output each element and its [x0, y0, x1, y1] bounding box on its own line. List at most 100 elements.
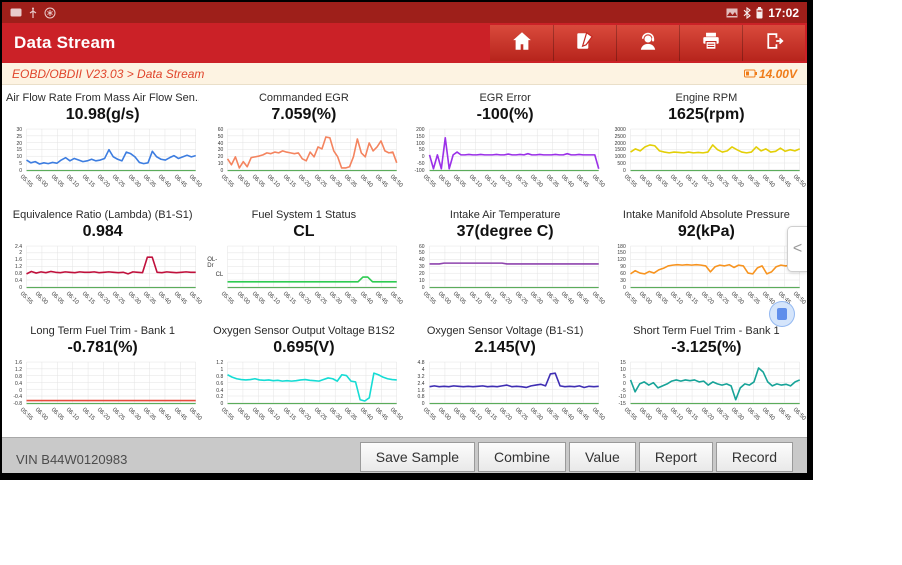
y-axis-labels: 30 25 20 15 10 5 0 [16, 127, 22, 174]
voltage-value: 14.00V [758, 66, 797, 81]
chart-value: 2.145(V) [474, 339, 536, 357]
chart-value: 0.695(V) [273, 339, 335, 357]
status-bar: 17:02 [2, 2, 807, 23]
chart-title: Oxygen Sensor Voltage (B1-S1) [426, 325, 584, 338]
print-button[interactable] [679, 25, 742, 61]
chart-value: CL [293, 222, 315, 240]
chart-value: -3.125(%) [671, 339, 742, 357]
screenshot-icon [726, 8, 738, 18]
battery-icon [756, 6, 763, 19]
chart-cell-commanded-egr[interactable]: Commanded EGR 7.059(%) 60 50 40 30 20 10 0 05:55 0… [203, 87, 404, 204]
chart-plot [23, 128, 199, 174]
clock-time: 17:02 [768, 5, 799, 20]
chart-title: Long Term Fuel Trim - Bank 1 [30, 325, 175, 338]
chart-cell-equivalence-ratio[interactable]: Equivalence Ratio (Lambda) (B1-S1) 0.984 2… [2, 204, 203, 321]
battery-voltage: 14.00V [743, 66, 797, 81]
chart-cell-long-term-fuel-trim[interactable]: Long Term Fuel Trim - Bank 1 -0.781(%) 1.6… [2, 320, 203, 437]
chart-value: -100(%) [476, 106, 534, 123]
chart-cell-engine-rpm[interactable]: Engine RPM 1625(rpm) 3000 2500 2000 1500 1000 5… [606, 87, 807, 204]
x-axis-labels: 05:55 06:00 06:05 06:10 06:15 06:20 06:25 06:30… [622, 174, 807, 189]
diagnostic-app: 17:02 Data Stream EOBD/OBDII V23.03 > Da… [2, 2, 807, 473]
chart-plot [426, 245, 602, 291]
bottom-bar: VIN B44W0120983 Save Sample Combine Value R… [2, 437, 807, 473]
value-button[interactable]: Value [569, 441, 636, 472]
chart-value: 92(kPa) [677, 222, 735, 240]
chart-cell-intake-air-temperature[interactable]: Intake Air Temperature 37(degree C) 60 50 40… [405, 204, 606, 321]
chart-plot [23, 361, 199, 407]
record-button[interactable]: Record [715, 441, 793, 472]
x-axis-labels: 05:55 06:00 06:05 06:10 06:15 06:20 06:25 06:30… [18, 174, 203, 189]
x-axis-labels: 05:55 06:00 06:05 06:10 06:15 06:20 06:25 06:30… [421, 290, 606, 306]
chart-title: Fuel System 1 Status [251, 208, 357, 221]
chart-cell-o2-sensor-voltage[interactable]: Oxygen Sensor Voltage (B1-S1) 2.145(V) 4.8… [405, 320, 606, 437]
usb-icon [28, 7, 38, 19]
chart-title: Intake Manifold Absolute Pressure [622, 208, 790, 221]
chart-plot [627, 245, 803, 291]
x-axis-labels: 05:55 06:00 06:05 06:10 06:15 06:20 06:25 06:30… [220, 290, 404, 306]
device-frame: 17:02 Data Stream EOBD/OBDII V23.03 > Da… [0, 0, 813, 480]
floating-assist-bubble[interactable] [769, 301, 795, 327]
y-axis-labels: 180 150 120 90 60 30 0 [617, 243, 626, 291]
combine-button[interactable]: Combine [478, 441, 567, 472]
y-axis-labels: 4.8 4 3.2 2.4 1.6 0.8 0 [417, 360, 425, 408]
y-axis-labels: 200 150 100 50 0 -50 -100 [414, 127, 425, 174]
chart-plot [426, 361, 602, 407]
chart-plot [224, 361, 400, 407]
chart-cell-fuel-system-status[interactable]: Fuel System 1 Status CL OL-Dr CL 05:55 06:00 0… [203, 204, 404, 321]
chart-cell-short-term-fuel-trim[interactable]: Short Term Fuel Trim - Bank 1 -3.125(%) 15… [606, 320, 807, 437]
y-axis-labels: 15 10 5 0 -5 -10 -15 [618, 360, 626, 408]
x-axis-labels: 05:55 06:00 06:05 06:10 06:15 06:20 06:25 06:30… [220, 174, 404, 189]
chart-plot [23, 245, 199, 291]
home-icon [511, 31, 533, 56]
x-axis-labels: 05:55 06:00 06:05 06:10 06:15 06:20 06:25 06:30… [622, 407, 807, 423]
contact-button[interactable] [616, 25, 679, 61]
assist-bubble-icon [777, 308, 787, 320]
x-axis-labels: 05:55 06:00 06:05 06:10 06:15 06:20 06:25 06:30… [421, 407, 606, 423]
bottom-buttons: Save Sample Combine Value Report Record [359, 441, 793, 472]
chart-title: Oxygen Sensor Output Voltage B1S2 [213, 325, 395, 338]
chart-grid: Air Flow Rate From Mass Air Flow Sen... 1… [2, 85, 807, 437]
chart-cell-o2-sensor-output-voltage[interactable]: Oxygen Sensor Output Voltage B1S2 0.695(V… [203, 320, 404, 437]
x-axis-labels: 05:55 06:00 06:05 06:10 06:15 06:20 06:25 06:30… [220, 407, 404, 423]
exit-button[interactable] [742, 25, 805, 61]
storage-icon [10, 8, 22, 17]
screencast-icon [44, 7, 56, 19]
y-axis-labels: OL-Dr CL [207, 257, 224, 279]
chart-cell-egr-error[interactable]: EGR Error -100(%) 200 150 100 50 0 -50 -100 05:55… [405, 87, 606, 204]
side-panel-handle[interactable]: < [787, 226, 807, 272]
chart-value: 0.984 [82, 222, 123, 240]
chart-cell-air-flow-rate[interactable]: Air Flow Rate From Mass Air Flow Sen... 1… [2, 87, 203, 204]
chart-title: Engine RPM [675, 92, 738, 104]
chart-value: 37(degree C) [456, 222, 554, 240]
chart-plot [627, 128, 803, 174]
chart-value: -0.781(%) [67, 339, 138, 357]
chart-value: 1625(rpm) [668, 106, 745, 123]
x-axis-labels: 05:55 06:00 06:05 06:10 06:15 06:20 06:25 06:30… [421, 174, 606, 189]
printer-icon [700, 31, 722, 56]
page-title: Data Stream [14, 33, 116, 52]
chevron-left-icon: < [792, 240, 803, 257]
save-sample-button[interactable]: Save Sample [359, 441, 476, 472]
report-button[interactable] [553, 25, 616, 61]
report-edit-icon [574, 31, 596, 56]
chart-title: Short Term Fuel Trim - Bank 1 [633, 325, 780, 338]
screenshot-canvas: 17:02 Data Stream EOBD/OBDII V23.03 > Da… [0, 0, 902, 565]
breadcrumb-bar: EOBD/OBDII V23.03 > Data Stream 14.00V [2, 63, 807, 85]
chart-title: Intake Air Temperature [449, 208, 561, 221]
home-button[interactable] [490, 25, 553, 61]
chart-value: 7.059(%) [271, 106, 337, 123]
chart-title: Air Flow Rate From Mass Air Flow Sen... [6, 92, 200, 104]
report-button[interactable]: Report [638, 441, 713, 472]
y-axis-labels: 60 50 40 30 20 10 0 [217, 127, 224, 174]
title-bar: Data Stream [2, 23, 807, 63]
chart-plot [224, 245, 400, 291]
chart-plot [224, 128, 400, 174]
chart-title: Equivalence Ratio (Lambda) (B1-S1) [12, 208, 193, 221]
y-axis-labels: 1.6 1.2 0.8 0.4 0 -0.4 -0.8 [13, 360, 22, 408]
chart-value: 10.98(g/s) [65, 106, 140, 123]
chart-title: Commanded EGR [258, 92, 349, 104]
breadcrumb: EOBD/OBDII V23.03 > Data Stream [12, 66, 205, 81]
bluetooth-icon [743, 6, 752, 19]
y-axis-labels: 1.2 1 0.8 0.6 0.4 0.2 0 [216, 360, 224, 408]
y-axis-labels: 60 50 40 30 20 10 0 [418, 243, 425, 291]
